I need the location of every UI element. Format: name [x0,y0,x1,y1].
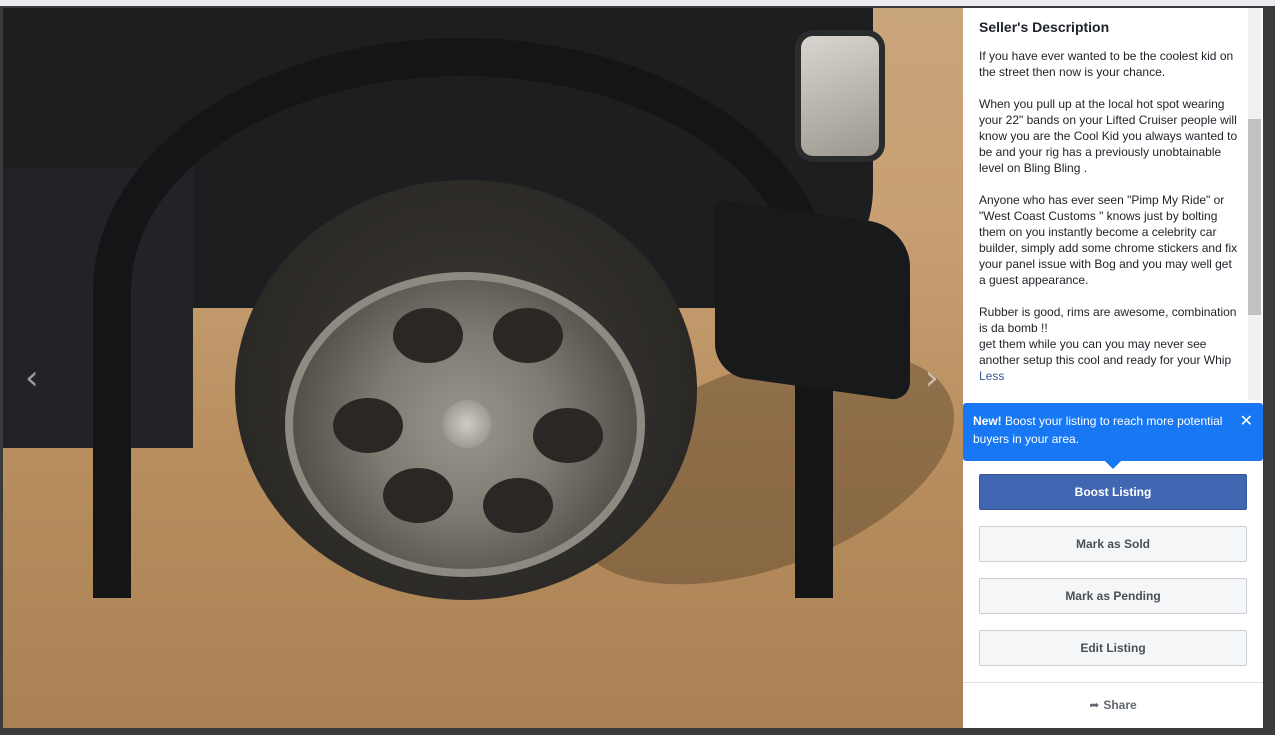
listing-photo: ‹ › [3,8,963,728]
edit-listing-button[interactable]: Edit Listing [979,630,1247,666]
rim-spoke-gap [333,398,403,453]
share-button[interactable]: ➦ Share [963,698,1263,712]
tooltip-text: New! Boost your listing to reach more po… [973,412,1223,448]
description-scroll-area[interactable]: Seller's Description If you have ever wa… [963,8,1263,400]
page-backdrop [0,0,1275,6]
boost-tooltip: New! Boost your listing to reach more po… [963,403,1263,461]
headlight [795,30,885,162]
tooltip-caret [1105,461,1121,469]
tooltip-message: Boost your listing to reach more potenti… [973,414,1223,446]
description-title: Seller's Description [979,19,1110,35]
scrollbar-thumb[interactable] [1248,119,1261,315]
chevron-right-icon[interactable]: › [925,358,939,398]
listing-side-panel: Seller's Description If you have ever wa… [963,8,1263,728]
divider [963,682,1263,683]
wheel-hub [443,400,491,448]
mark-as-sold-button[interactable]: Mark as Sold [979,526,1247,562]
share-arrow-icon: ➦ [1089,698,1100,712]
description-scrollbar[interactable] [1248,8,1261,400]
description-text: If you have ever wanted to be the cooles… [979,49,1238,367]
rim-spoke-gap [393,308,463,363]
mark-as-pending-button[interactable]: Mark as Pending [979,578,1247,614]
rim-spoke-gap [533,408,603,463]
share-label: Share [1103,698,1137,712]
close-icon[interactable]: ✕ [1240,412,1253,430]
boost-listing-button[interactable]: Boost Listing [979,474,1247,510]
description-body: If you have ever wanted to be the cooles… [979,48,1241,384]
less-link[interactable]: Less [979,369,1004,383]
rim-spoke-gap [493,308,563,363]
chevron-left-icon[interactable]: ‹ [25,358,39,398]
bumper [715,199,910,402]
rim-spoke-gap [483,478,553,533]
rim-spoke-gap [383,468,453,523]
tooltip-new-label: New! [973,414,1002,428]
